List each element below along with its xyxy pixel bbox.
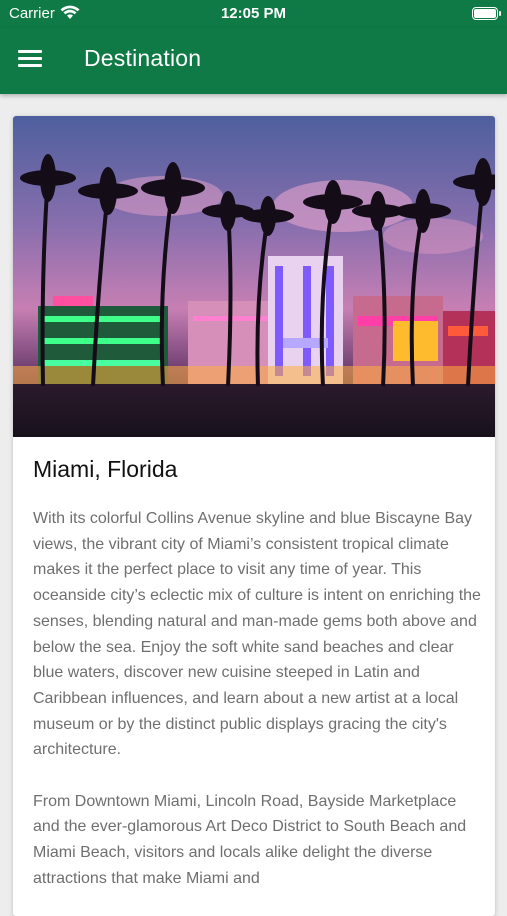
destination-photo xyxy=(13,116,495,437)
destination-card: Miami, Florida With its colorful Collins… xyxy=(13,116,495,916)
battery-icon xyxy=(472,7,501,20)
page-title: Destination xyxy=(84,45,202,71)
description-paragraph: From Downtown Miami, Lincoln Road, Baysi… xyxy=(33,792,467,887)
status-time: 12:05 PM xyxy=(220,5,287,22)
battery-level xyxy=(474,9,496,18)
status-bar: Carrier 12:05 PM xyxy=(0,0,507,28)
hamburger-menu-icon[interactable] xyxy=(18,50,42,70)
destination-description: With its colorful Collins Avenue skyline… xyxy=(33,506,483,916)
description-paragraph: With its colorful Collins Avenue skyline… xyxy=(33,510,481,759)
app-bar: Destination xyxy=(0,28,507,94)
destination-title: Miami, Florida xyxy=(33,456,178,482)
